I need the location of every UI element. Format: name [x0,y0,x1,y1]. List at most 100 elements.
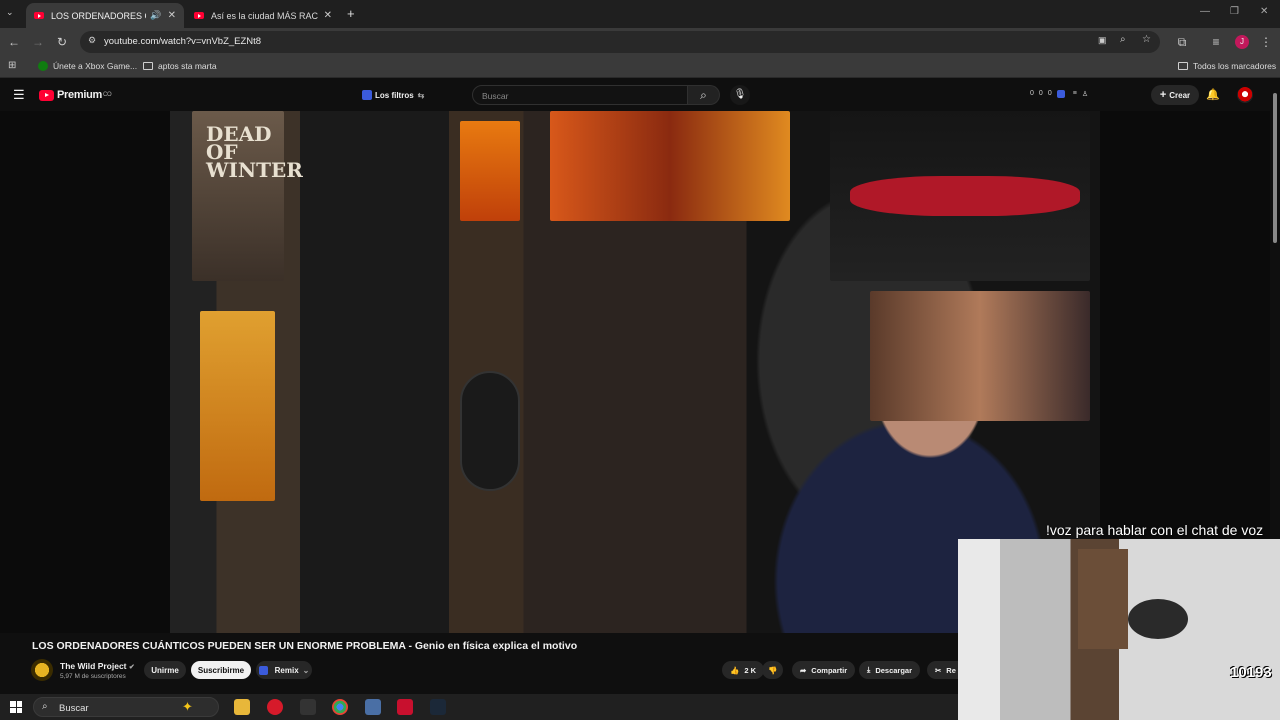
yellow-poster [200,311,275,501]
media-control-icon[interactable]: ≡ [1208,34,1224,50]
menu-icon[interactable]: ⋮ [1258,34,1274,50]
share-button[interactable]: ➦ Compartir [792,661,856,679]
stream-counter: 10193 [1230,664,1272,681]
bookmarks-bar: ⊞ Únete a Xbox Game... aptos sta marta T… [0,56,1280,78]
youtube-header: ☰ Premium CO Los filtros ⇆ Buscar ⌕ 🎙 0 … [0,79,1280,111]
apps-grid-icon[interactable]: ⊞ [8,60,16,71]
minimize-icon[interactable]: — [1200,6,1210,17]
xbox-icon [38,61,48,71]
profile-avatar[interactable]: J [1235,35,1249,49]
search-input[interactable]: Buscar [472,85,688,105]
sliders-icon: ⇆ [417,90,425,100]
like-button[interactable]: 👍 2 K [722,661,765,679]
share-label: Compartir [811,665,848,675]
all-bookmarks-folder[interactable]: Todos los marcadores [1178,61,1276,71]
windows-taskbar: ⌕ Buscar ✦ [0,694,958,720]
subscribe-button[interactable]: Suscribirme [191,661,251,679]
create-label: Crear [1169,90,1191,100]
url-text: youtube.com/watch?v=vnVbZ_EZNt8 [104,36,262,47]
search-icon: ⌕ [700,88,707,102]
reload-icon[interactable]: ↻ [54,34,70,50]
figure-shelf [870,291,1090,421]
close-window-icon[interactable]: ✕ [1260,6,1268,17]
tab-close-icon[interactable]: ✕ [324,10,332,21]
channel-name-text: The Wild Project [60,661,127,671]
tab-search-icon[interactable]: ⌄ [6,7,14,18]
cast-icon[interactable]: ♙ [1082,90,1088,98]
bookmark-folder-aptos[interactable]: aptos sta marta [143,61,217,71]
tab-active-video[interactable]: LOS ORDENADORES CUÁNTICOS PUEDEN SER UN … [26,3,184,28]
counter-3: 0 [1047,90,1052,97]
restore-icon[interactable]: ❐ [1230,6,1239,17]
join-button[interactable]: Unirme [144,661,186,679]
youtube-favicon-icon [34,12,44,19]
subscriber-count: 5,97 M de suscriptores [60,673,126,680]
tab-title: LOS ORDENADORES CUÁNTICOS PUEDEN SER UN … [51,10,146,21]
download-label: Descargar [875,665,913,675]
remix-label: Remix [274,665,299,675]
forward-icon[interactable]: → [30,34,46,50]
chrome-icon[interactable] [332,699,348,715]
counter-2: 0 [1038,90,1043,97]
thumbs-up-icon: 👍 [730,665,740,675]
zoom-icon[interactable]: ⌕ [1120,34,1126,45]
folder-icon [1178,62,1188,70]
search-placeholder: Buscar [482,91,509,101]
poster-text: DEAD OF WINTER [206,122,303,182]
youtube-favicon-icon [194,12,204,19]
windows-start-icon[interactable] [10,701,22,713]
bookshelf [1078,549,1128,649]
extension-icon[interactable] [1056,90,1065,98]
app-icon[interactable] [397,699,413,715]
download-button[interactable]: ⤓ Descargar [859,661,921,679]
banner-red-ribbon [850,176,1080,216]
list-icon[interactable]: ≡ [1073,90,1077,98]
sparkle-icon: ✦ [182,699,193,714]
bookmark-xbox[interactable]: Únete a Xbox Game... [38,61,137,71]
remix-button[interactable]: Remix ⌄ [256,661,312,679]
filters-button[interactable]: Los filtros ⇆ [362,87,424,103]
search-button[interactable]: ⌕ [688,85,720,105]
channel-avatar[interactable] [31,659,53,681]
clip-label: Re [946,665,956,675]
notifications-bell-icon[interactable]: 🔔 [1206,88,1220,101]
extensions-icon[interactable]: ⧉ [1174,34,1190,50]
new-tab-button[interactable]: + [347,6,355,21]
file-explorer-icon[interactable] [234,699,250,715]
address-bar[interactable]: ⚙ youtube.com/watch?v=vnVbZ_EZNt8 ▣ ⌕ ☆ [80,31,1160,53]
verified-icon: ✔ [128,664,135,671]
band-banner [830,111,1090,281]
dislike-button[interactable]: 👎 [762,661,784,679]
cast-icon[interactable]: ▣ [1098,35,1107,46]
download-icon: ⤓ [867,665,871,674]
logo-text: Premium [57,89,102,101]
youtube-premium-logo[interactable]: Premium CO [39,89,112,101]
bookmark-label: Únete a Xbox Game... [53,61,138,71]
scrollbar-thumb[interactable] [1273,93,1277,243]
browser-toolbar: ← → ↻ ⚙ youtube.com/watch?v=vnVbZ_EZNt8 … [0,28,1280,56]
site-info-icon[interactable]: ⚙ [88,35,96,46]
video-title: LOS ORDENADORES CUÁNTICOS PUEDEN SER UN … [32,640,578,652]
scissors-icon: ✂ [935,665,942,675]
chevron-down-icon: ⌄ [302,665,310,675]
fire-artwork [550,111,790,221]
extension-icon [362,90,372,100]
create-button[interactable]: + Crear [1151,85,1199,105]
bookmark-label: aptos sta marta [158,61,217,71]
bookmark-star-icon[interactable]: ☆ [1142,34,1151,45]
opera-icon[interactable] [267,699,283,715]
back-icon[interactable]: ← [6,34,22,50]
hamburger-menu-icon[interactable]: ☰ [13,87,25,103]
channel-name[interactable]: The Wild Project ✔ [60,661,135,671]
taskbar-search[interactable]: ⌕ Buscar ✦ [33,697,219,717]
plus-icon: + [1159,89,1167,101]
steam-icon[interactable] [430,699,446,715]
app-icon[interactable] [300,699,316,715]
tab-close-icon[interactable]: ✕ [168,10,176,21]
browser-tab-bar: ⌄ LOS ORDENADORES CUÁNTICOS PUEDEN SER U… [0,0,1280,28]
speaker-icon[interactable]: 🔊 [150,10,161,21]
tab-second[interactable]: Así es la ciudad MÁS RACISTA de ✕ [186,3,340,28]
account-avatar[interactable] [1237,87,1253,103]
voice-search-mic-icon[interactable]: 🎙 [730,85,750,105]
app-icon[interactable] [365,699,381,715]
